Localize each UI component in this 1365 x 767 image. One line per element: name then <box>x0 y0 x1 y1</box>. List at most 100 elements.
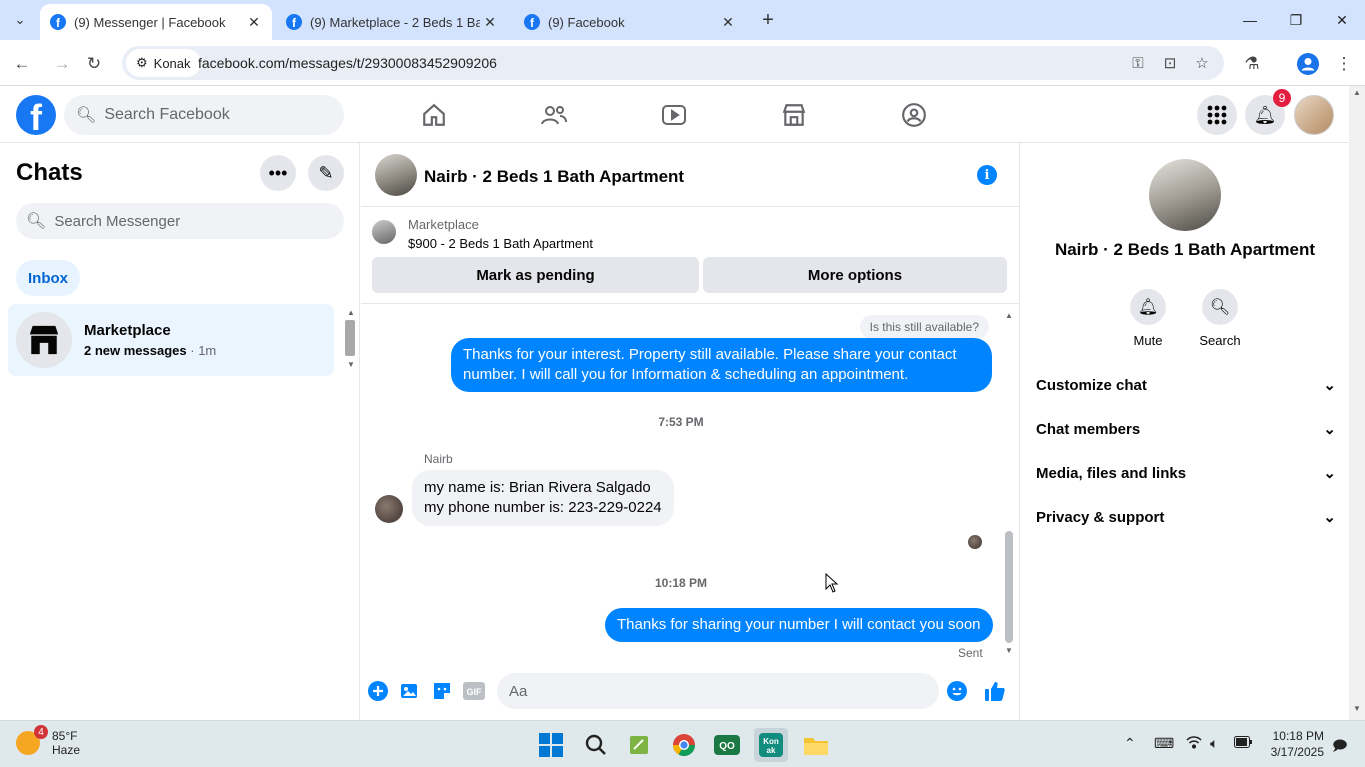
more-actions-plus-icon[interactable] <box>367 680 389 702</box>
conversation-title[interactable]: Nairb · 2 Beds 1 Bath Apartment <box>424 167 684 187</box>
like-thumb-icon[interactable] <box>984 680 1006 702</box>
chats-sidebar: Chats ••• ✎ 🔍︎ Search Messenger Inbox Ma… <box>0 143 360 720</box>
page-scrollbar[interactable]: ▲ ▼ <box>1349 86 1365 720</box>
tray-chevron-icon[interactable]: ⌃ <box>1124 735 1136 752</box>
nav-marketplace-icon[interactable] <box>774 100 814 130</box>
chevron-down-icon: ⌄ <box>1323 509 1336 526</box>
wifi-icon[interactable] <box>1186 735 1202 752</box>
search-conversation-button[interactable]: 🔍︎ Search <box>1188 289 1252 348</box>
file-explorer-icon[interactable] <box>799 728 833 762</box>
clock-date: 3/17/2025 <box>1270 745 1324 759</box>
mute-label: Mute <box>1133 333 1163 348</box>
tab-title: (9) Marketplace - 2 Beds 1 Bath <box>310 14 480 30</box>
weather-sun-icon: 4 <box>16 725 48 755</box>
attach-photo-icon[interactable] <box>399 680 421 702</box>
tab-search-icon[interactable]: ⌄ <box>8 8 32 32</box>
notes-app-icon[interactable] <box>622 728 656 762</box>
apps-menu-icon[interactable] <box>1197 95 1237 135</box>
read-receipt-avatar <box>968 535 982 549</box>
gif-icon[interactable]: GIF <box>463 680 485 702</box>
outgoing-message[interactable]: Thanks for sharing your number I will co… <box>605 608 993 642</box>
konak-app-icon[interactable]: Kon ak <box>754 728 788 762</box>
notification-badge: 9 <box>1273 89 1291 107</box>
media-files-links-section[interactable]: Media, files and links ⌄ <box>1036 455 1336 491</box>
mute-button[interactable]: 🔔︎ Mute <box>1116 289 1180 348</box>
chat-list-item[interactable]: Marketplace 2 new messages · 1m <box>8 304 334 376</box>
qoo-app-icon[interactable]: QO <box>710 728 744 762</box>
url-text[interactable]: facebook.com/messages/t/2930008345290920… <box>198 55 497 71</box>
incoming-message[interactable]: my name is: Brian Rivera Salgado my phon… <box>412 470 674 526</box>
search-icon: 🔍︎ <box>26 213 47 230</box>
bookmark-star-icon[interactable]: ☆ <box>1192 53 1212 73</box>
battery-icon[interactable] <box>1234 735 1252 751</box>
scrollbar-thumb[interactable] <box>1005 531 1013 643</box>
conversation-pane: Nairb · 2 Beds 1 Bath Apartment i Market… <box>361 143 1019 720</box>
conversation-scrollbar[interactable]: ▲ ▼ <box>1002 311 1016 661</box>
password-key-icon[interactable]: ⚿ <box>1128 53 1148 73</box>
chats-options-icon[interactable]: ••• <box>260 155 296 191</box>
system-clock[interactable]: 10:18 PM 3/17/2025 <box>1262 728 1324 760</box>
tab-marketplace[interactable]: f (9) Marketplace - 2 Beds 1 Bath ✕ <box>276 4 508 40</box>
tab-messenger[interactable]: f (9) Messenger | Facebook ✕ <box>40 4 272 40</box>
notifications-bell-button[interactable]: 🔔︎ 9 <box>1245 89 1291 135</box>
message-input-placeholder: Aa <box>509 682 528 700</box>
chat-list-scrollbar[interactable]: ▲ ▼ <box>343 306 357 372</box>
messenger-search-input[interactable]: 🔍︎ Search Messenger <box>16 203 344 239</box>
more-options-button[interactable]: More options <box>703 257 1007 293</box>
outgoing-message[interactable]: Thanks for your interest. Property still… <box>451 338 992 392</box>
facebook-logo[interactable]: f <box>16 95 56 135</box>
tab-close-icon[interactable]: ✕ <box>244 14 264 31</box>
mark-as-pending-button[interactable]: Mark as pending <box>372 257 699 293</box>
browser-menu-icon[interactable]: ⋮ <box>1332 52 1356 76</box>
inbox-filter-tab[interactable]: Inbox <box>16 260 80 296</box>
chevron-down-icon: ⌄ <box>1323 465 1336 482</box>
info-icon[interactable]: i <box>977 165 997 185</box>
nav-friends-icon[interactable] <box>534 100 574 130</box>
site-info-chip[interactable]: ⚙ Konak <box>126 49 201 77</box>
sticker-icon[interactable] <box>431 680 453 702</box>
details-avatar[interactable] <box>1149 159 1221 231</box>
listing-thumbnail[interactable] <box>372 220 396 244</box>
notification-center-icon[interactable]: 🗩 <box>1332 735 1348 759</box>
forward-icon[interactable]: → <box>50 52 74 76</box>
chat-members-section[interactable]: Chat members ⌄ <box>1036 411 1336 447</box>
message-timestamp: 10:18 PM <box>654 576 708 590</box>
sender-avatar[interactable] <box>375 495 403 523</box>
keyboard-icon[interactable]: ⌨ <box>1154 735 1174 752</box>
weather-widget[interactable]: 4 85°F Haze <box>16 725 80 757</box>
nav-groups-icon[interactable] <box>894 100 934 130</box>
message-input[interactable]: Aa <box>497 673 939 709</box>
svg-text:Kon: Kon <box>763 737 779 746</box>
chrome-icon[interactable] <box>667 728 701 762</box>
clock-time: 10:18 PM <box>1272 729 1324 743</box>
maximize-icon[interactable]: ❐ <box>1273 0 1319 40</box>
conversation-avatar[interactable] <box>375 154 417 196</box>
omnibox[interactable]: ⚙ Konak facebook.com/messages/t/293000834… <box>122 46 1224 80</box>
tab-close-icon[interactable]: ✕ <box>480 14 500 31</box>
taskbar-search-icon[interactable] <box>579 728 613 762</box>
profile-icon[interactable] <box>1296 52 1320 76</box>
back-icon[interactable]: ← <box>10 52 34 76</box>
account-avatar[interactable] <box>1294 95 1334 135</box>
privacy-support-section[interactable]: Privacy & support ⌄ <box>1036 499 1336 535</box>
facebook-search-input[interactable]: 🔍︎ Search Facebook <box>64 95 344 135</box>
conversation-details-panel: Nairb · 2 Beds 1 Bath Apartment 🔔︎ Mute … <box>1019 143 1349 720</box>
listing-title[interactable]: $900 - 2 Beds 1 Bath Apartment <box>408 236 593 251</box>
new-message-icon[interactable]: ✎ <box>308 155 344 191</box>
chevron-down-icon: ⌄ <box>1323 421 1336 438</box>
emoji-icon[interactable] <box>946 680 968 702</box>
labs-flask-icon[interactable]: ⚗ <box>1240 52 1264 76</box>
reload-icon[interactable]: ↻ <box>82 52 106 76</box>
customize-chat-section[interactable]: Customize chat ⌄ <box>1036 367 1336 403</box>
minimize-icon[interactable]: — <box>1227 0 1273 40</box>
message-status: Sent <box>958 646 983 660</box>
tab-facebook[interactable]: f (9) Facebook ✕ <box>514 4 746 40</box>
start-windows-icon[interactable] <box>534 728 568 762</box>
new-tab-icon[interactable]: + <box>756 8 780 32</box>
tab-close-icon[interactable]: ✕ <box>718 14 738 31</box>
volume-icon[interactable]: 🔈︎ <box>1210 735 1218 752</box>
install-app-icon[interactable]: ⊡ <box>1160 53 1180 73</box>
nav-video-icon[interactable] <box>654 100 694 130</box>
nav-home-icon[interactable] <box>414 100 454 130</box>
window-close-icon[interactable]: ✕ <box>1319 0 1365 40</box>
